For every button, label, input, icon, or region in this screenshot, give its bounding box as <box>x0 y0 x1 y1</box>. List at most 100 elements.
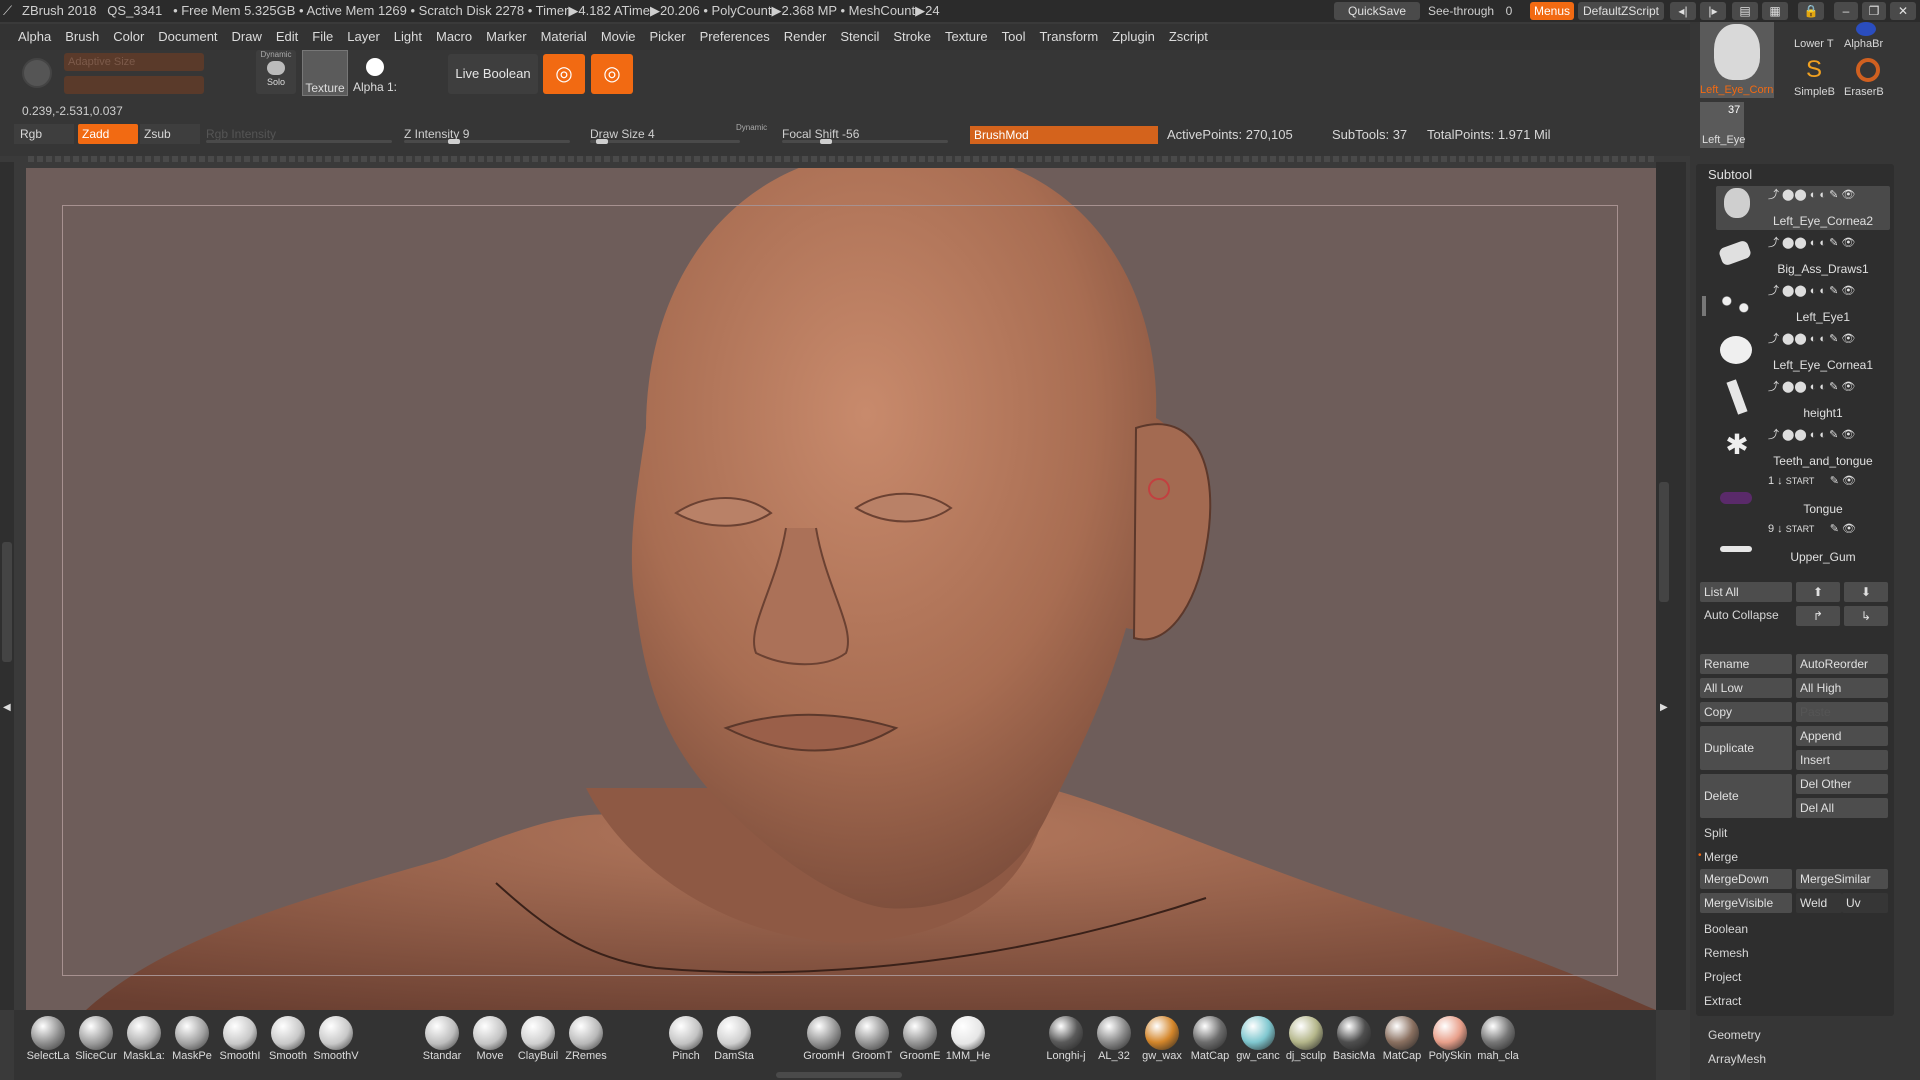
subtool-controls[interactable]: ⤴ ⬤⬤ ◐ ◐ ✎ 👁 <box>1768 378 1855 394</box>
material-djsculp[interactable]: dj_sculp <box>1282 1016 1330 1064</box>
brush-option-field[interactable] <box>64 76 204 94</box>
merge-section[interactable]: Merge <box>1704 850 1738 864</box>
menu-color[interactable]: Color <box>106 24 151 50</box>
subtool-toggle-icons[interactable]: ⤴ ⬤⬤ ◐ ◐ ✎ 👁 <box>1768 381 1855 393</box>
brush-claybuil[interactable]: ClayBuil <box>514 1016 562 1064</box>
all-low-button[interactable]: All Low <box>1700 678 1792 698</box>
zadd-toggle[interactable]: Zadd <box>78 124 138 144</box>
brush-and-eye-icon[interactable]: ✎ 👁 <box>1814 523 1856 535</box>
menu-picker[interactable]: Picker <box>643 24 693 50</box>
subtool-controls[interactable]: 1 ↓ START ✎ 👁 <box>1768 474 1856 487</box>
draw-size-knob[interactable] <box>596 139 608 144</box>
brush-move[interactable]: Move <box>466 1016 514 1064</box>
sculptris-pro-d-icon[interactable]: ◎ <box>591 54 633 94</box>
subtool-controls[interactable]: ⤴ ⬤⬤ ◐ ◐ ✎ 👁 <box>1768 426 1855 442</box>
material-gwcanc[interactable]: gw_canc <box>1234 1016 1282 1064</box>
brush-smoothv[interactable]: SmoothV <box>312 1016 360 1064</box>
subtool-toggle-icons[interactable]: ⤴ ⬤⬤ ◐ ◐ ✎ 👁 <box>1768 429 1855 441</box>
auto-collapse-toggle[interactable]: Auto Collapse <box>1704 608 1779 622</box>
menu-stroke[interactable]: Stroke <box>886 24 938 50</box>
menu-transform[interactable]: Transform <box>1032 24 1105 50</box>
right-tray-arrow-icon[interactable]: ▶ <box>1660 702 1668 713</box>
rgb-intensity-slider[interactable]: Rgb Intensity <box>206 124 392 144</box>
menu-draw[interactable]: Draw <box>225 24 269 50</box>
draw-size-slider[interactable]: Draw Size 4 <box>590 124 740 144</box>
layout-alt-icon[interactable]: ▦ <box>1762 2 1788 20</box>
subtool-toggle-icons[interactable]: ⤴ ⬤⬤ ◐ ◐ ✎ 👁 <box>1768 333 1855 345</box>
menu-layer[interactable]: Layer <box>340 24 387 50</box>
material-al32[interactable]: AL_32 <box>1090 1016 1138 1064</box>
brush-smoothi[interactable]: SmoothI <box>216 1016 264 1064</box>
material-matcap[interactable]: MatCap <box>1378 1016 1426 1064</box>
brush-groome[interactable]: GroomE <box>896 1016 944 1064</box>
left-tray-edge[interactable]: ◀ <box>0 162 14 1010</box>
arrow-up-right-icon[interactable]: ↱ <box>1796 606 1840 626</box>
left-tray-handle[interactable] <box>2 542 12 662</box>
menu-zscript[interactable]: Zscript <box>1162 24 1215 50</box>
scroll-right-icon[interactable]: |▸ <box>1700 2 1726 20</box>
brush-maskla[interactable]: MaskLa: <box>120 1016 168 1064</box>
rename-button[interactable]: Rename <box>1700 654 1792 674</box>
menu-material[interactable]: Material <box>534 24 594 50</box>
all-high-button[interactable]: All High <box>1796 678 1888 698</box>
boolean-section[interactable]: Boolean <box>1704 922 1748 936</box>
autoreorder-button[interactable]: AutoReorder <box>1796 654 1888 674</box>
project-section[interactable]: Project <box>1704 970 1741 984</box>
menu-texture[interactable]: Texture <box>938 24 995 50</box>
material-matcap[interactable]: MatCap <box>1186 1016 1234 1064</box>
subtool-toggle-icons[interactable]: ⤴ ⬤⬤ ◐ ◐ ✎ 👁 <box>1768 285 1855 297</box>
material-longhij[interactable]: Longhi-j <box>1042 1016 1090 1064</box>
append-button[interactable]: Append <box>1796 726 1888 746</box>
menus-button[interactable]: Menus <box>1530 2 1574 20</box>
brushmod-slider[interactable]: BrushMod <box>970 126 1158 144</box>
subtool-controls[interactable]: ⤴ ⬤⬤ ◐ ◐ ✎ 👁 <box>1768 330 1855 346</box>
subtool-item[interactable]: ✱ ⤴ ⬤⬤ ◐ ◐ ✎ 👁 Teeth_and_tongue <box>1718 424 1888 472</box>
insert-button[interactable]: Insert <box>1796 750 1888 770</box>
texture-slot[interactable]: Texture <box>302 50 348 96</box>
restore-icon[interactable]: ❐ <box>1862 2 1886 20</box>
subtool-controls[interactable]: ⤴ ⬤⬤ ◐ ◐ ✎ 👁 <box>1768 186 1855 202</box>
close-icon[interactable]: ✕ <box>1890 2 1916 20</box>
brush-groomt[interactable]: GroomT <box>848 1016 896 1064</box>
brush-pinch[interactable]: Pinch <box>662 1016 710 1064</box>
list-all-button[interactable]: List All <box>1700 582 1792 602</box>
alpha-slot[interactable]: Alpha 1: <box>352 50 398 96</box>
subtool-item[interactable]: 9 ↓ START ✎ 👁 Upper_Gum <box>1718 520 1888 568</box>
z-intensity-knob[interactable] <box>448 139 460 144</box>
quicksave-button[interactable]: QuickSave <box>1334 2 1420 20</box>
dynamic-solo-button[interactable]: Dynamic Solo <box>256 50 296 94</box>
move-up-icon[interactable]: ⬆ <box>1796 582 1840 602</box>
menu-preferences[interactable]: Preferences <box>693 24 777 50</box>
lower-tool-thumbnail[interactable]: Lower T <box>1794 22 1840 52</box>
copy-button[interactable]: Copy <box>1700 702 1792 722</box>
simplebrush-thumbnail[interactable]: S SimpleB <box>1794 54 1840 100</box>
sculptris-pro-s-icon[interactable]: ◎ <box>543 54 585 94</box>
duplicate-button[interactable]: Duplicate <box>1700 726 1792 770</box>
del-all-button[interactable]: Del All <box>1796 798 1888 818</box>
z-intensity-slider[interactable]: Z Intensity 9 <box>404 124 570 144</box>
brush-maskpe[interactable]: MaskPe <box>168 1016 216 1064</box>
eraserbrush-thumbnail[interactable]: EraserB <box>1844 54 1892 100</box>
menu-macro[interactable]: Macro <box>429 24 479 50</box>
layout-icon[interactable]: ▤ <box>1732 2 1758 20</box>
delete-button[interactable]: Delete <box>1700 774 1792 818</box>
see-through-slider[interactable]: See-through 0 <box>1428 0 1520 22</box>
split-section[interactable]: Split <box>1704 826 1727 840</box>
menu-edit[interactable]: Edit <box>269 24 305 50</box>
adaptive-size-field[interactable]: Adaptive Size <box>64 53 204 71</box>
remesh-section[interactable]: Remesh <box>1704 946 1749 960</box>
subtool-header[interactable]: Subtool <box>1708 167 1752 182</box>
brush-damsta[interactable]: DamSta <box>710 1016 758 1064</box>
mergesimilar-button[interactable]: MergeSimilar <box>1796 869 1888 889</box>
lock-icon[interactable]: 🔒 <box>1798 2 1824 20</box>
timeline-track[interactable] <box>28 156 1656 162</box>
menu-light[interactable]: Light <box>387 24 429 50</box>
current-tool-thumbnail[interactable]: Left_Eye_Cornea <box>1700 22 1774 98</box>
brush-selectla[interactable]: SelectLa <box>24 1016 72 1064</box>
rgb-toggle[interactable]: Rgb <box>14 124 74 144</box>
subtool-item[interactable]: ⤴ ⬤⬤ ◐ ◐ ✎ 👁 Left_Eye1 <box>1718 280 1888 328</box>
material-polyskin[interactable]: PolySkin <box>1426 1016 1474 1064</box>
brush-and-eye-icon[interactable]: ✎ 👁 <box>1814 475 1856 487</box>
zsub-toggle[interactable]: Zsub <box>140 124 200 144</box>
subtool-controls[interactable]: ⤴ ⬤⬤ ◐ ◐ ✎ 👁 <box>1768 282 1855 298</box>
